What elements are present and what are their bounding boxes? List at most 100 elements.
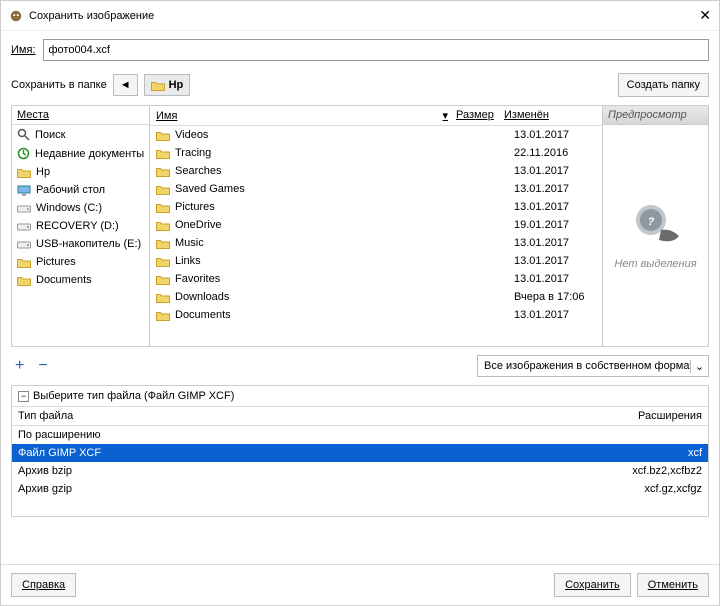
file-name: Favorites bbox=[175, 273, 220, 285]
file-date: 13.01.2017 bbox=[512, 198, 602, 216]
file-row[interactable]: Searches13.01.2017 bbox=[150, 162, 602, 180]
place-item[interactable]: Pictures bbox=[12, 253, 149, 271]
file-type-row[interactable]: Архив gzipxcf.gz,xcfgz bbox=[12, 480, 708, 498]
bookmark-remove-button[interactable]: − bbox=[34, 357, 51, 375]
help-button[interactable]: Справка bbox=[11, 573, 76, 597]
file-type-ext bbox=[602, 429, 702, 441]
places-panel: Места Поиск Недавние документы Hp Рабочий с… bbox=[12, 106, 150, 346]
file-type-row[interactable]: Архив bzipxcf.bz2,xcfbz2 bbox=[12, 462, 708, 480]
place-label: RECOVERY (D:) bbox=[36, 220, 119, 232]
file-size bbox=[464, 144, 512, 162]
file-row[interactable]: OneDrive 19.01.2017 bbox=[150, 216, 602, 234]
file-type-toggle[interactable]: − Выберите тип файла (Файл GIMP XCF) bbox=[12, 386, 708, 406]
preview-panel: Предпросмотр ? Нет выделения bbox=[602, 106, 708, 346]
file-name: Downloads bbox=[175, 291, 229, 303]
file-date: 13.01.2017 bbox=[512, 180, 602, 198]
dialog-footer: Справка Сохранить Отменить bbox=[1, 564, 719, 605]
file-type-row[interactable]: По расширению bbox=[12, 426, 708, 444]
file-size bbox=[464, 288, 512, 306]
places-header[interactable]: Места bbox=[12, 106, 149, 125]
file-type-header: Тип файла Расширения bbox=[12, 406, 708, 426]
file-date: 19.01.2017 bbox=[512, 216, 602, 234]
sort-indicator-icon: ▾ bbox=[442, 109, 448, 122]
file-date: 13.01.2017 bbox=[512, 234, 602, 252]
file-size bbox=[464, 180, 512, 198]
file-size bbox=[464, 270, 512, 288]
bookmark-add-button[interactable]: + bbox=[11, 357, 28, 375]
file-list[interactable]: Videos13.01.2017Tracing22.11.2016Searche… bbox=[150, 126, 602, 346]
file-name: OneDrive bbox=[175, 219, 221, 231]
place-label: USB-накопитель (E:) bbox=[36, 238, 141, 250]
file-type-list[interactable]: По расширениюФайл GIMP XCFxcfАрхив bzipx… bbox=[12, 426, 708, 516]
path-current-label: Hp bbox=[169, 79, 184, 91]
file-filter-label: Все изображения в собственном формате GI… bbox=[478, 360, 690, 372]
column-name[interactable]: Имя ▾ bbox=[150, 106, 454, 125]
file-name: Music bbox=[175, 237, 204, 249]
places-list: Поиск Недавние документы Hp Рабочий стол Win… bbox=[12, 125, 149, 346]
path-current-button[interactable]: Hp bbox=[144, 74, 191, 96]
preview-header: Предпросмотр bbox=[603, 106, 708, 125]
file-name: Videos bbox=[175, 129, 208, 141]
col-file-type[interactable]: Тип файла bbox=[12, 407, 598, 425]
cancel-button[interactable]: Отменить bbox=[637, 573, 709, 597]
create-folder-button[interactable]: Создать папку bbox=[618, 73, 709, 97]
file-size bbox=[464, 126, 512, 144]
place-item[interactable]: Hp bbox=[12, 163, 149, 181]
place-label: Поиск bbox=[35, 129, 65, 141]
collapse-icon: − bbox=[18, 391, 29, 402]
file-type-row[interactable]: Файл GIMP XCFxcf bbox=[12, 444, 708, 462]
file-row[interactable]: Saved Games 13.01.2017 bbox=[150, 180, 602, 198]
save-in-folder-row: Сохранить в папке ◄ Hp Создать папку bbox=[11, 73, 709, 97]
app-icon bbox=[9, 9, 23, 23]
file-size bbox=[464, 252, 512, 270]
file-pane: Имя ▾ Размер Изменён Videos13.01.2017Tra… bbox=[150, 106, 602, 346]
file-row[interactable]: Links 13.01.2017 bbox=[150, 252, 602, 270]
file-type-ext: xcf.bz2,xcfbz2 bbox=[602, 465, 702, 477]
file-type-name: Архив bzip bbox=[18, 465, 602, 477]
file-type-name: Архив gzip bbox=[18, 483, 602, 495]
file-name: Saved Games bbox=[175, 183, 245, 195]
file-name: Searches bbox=[175, 165, 221, 177]
file-date: 13.01.2017 bbox=[512, 270, 602, 288]
file-size bbox=[464, 162, 512, 180]
file-name: Links bbox=[175, 255, 201, 267]
col-extensions[interactable]: Расширения bbox=[598, 407, 708, 425]
place-label: Недавние документы bbox=[35, 148, 144, 160]
place-item[interactable]: Поиск bbox=[12, 125, 149, 144]
file-row[interactable]: Videos13.01.2017 bbox=[150, 126, 602, 144]
place-item[interactable]: Недавние документы bbox=[12, 144, 149, 163]
save-button[interactable]: Сохранить bbox=[554, 573, 631, 597]
file-date: 13.01.2017 bbox=[512, 306, 602, 324]
file-type-name: По расширению bbox=[18, 429, 602, 441]
file-date: 13.01.2017 bbox=[512, 252, 602, 270]
file-row[interactable]: Pictures13.01.2017 bbox=[150, 198, 602, 216]
file-filter-dropdown[interactable]: Все изображения в собственном формате GI… bbox=[477, 355, 709, 377]
file-size bbox=[464, 306, 512, 324]
file-row[interactable]: Tracing 22.11.2016 bbox=[150, 144, 602, 162]
place-item[interactable]: Рабочий стол bbox=[12, 181, 149, 199]
place-label: Documents bbox=[36, 274, 92, 286]
file-date: 22.11.2016 bbox=[512, 144, 602, 162]
name-row: Имя: bbox=[11, 39, 709, 61]
place-item[interactable]: RECOVERY (D:) bbox=[12, 217, 149, 235]
file-browser: Места Поиск Недавние документы Hp Рабочий с… bbox=[11, 105, 709, 347]
file-type-name: Файл GIMP XCF bbox=[18, 447, 602, 459]
folder-icon bbox=[151, 80, 165, 91]
path-back-button[interactable]: ◄ bbox=[113, 74, 138, 96]
file-row[interactable]: Favorites 13.01.2017 bbox=[150, 270, 602, 288]
place-item[interactable]: USB-накопитель (E:) bbox=[12, 235, 149, 253]
file-name: Documents bbox=[175, 309, 231, 321]
close-icon[interactable]: ✕ bbox=[699, 7, 711, 24]
file-row[interactable]: Music 13.01.2017 bbox=[150, 234, 602, 252]
file-name: Tracing bbox=[175, 147, 211, 159]
filename-input[interactable] bbox=[43, 39, 709, 61]
column-size[interactable]: Размер bbox=[454, 106, 502, 125]
window-title: Сохранить изображение bbox=[29, 10, 154, 22]
column-modified[interactable]: Изменён bbox=[502, 106, 602, 125]
place-label: Рабочий стол bbox=[36, 184, 105, 196]
file-row[interactable]: Documents 13.01.2017 bbox=[150, 306, 602, 324]
file-row[interactable]: DownloadsВчера в 17:06 bbox=[150, 288, 602, 306]
place-item[interactable]: Windows (C:) bbox=[12, 199, 149, 217]
place-item[interactable]: Documents bbox=[12, 271, 149, 289]
file-size bbox=[464, 216, 512, 234]
